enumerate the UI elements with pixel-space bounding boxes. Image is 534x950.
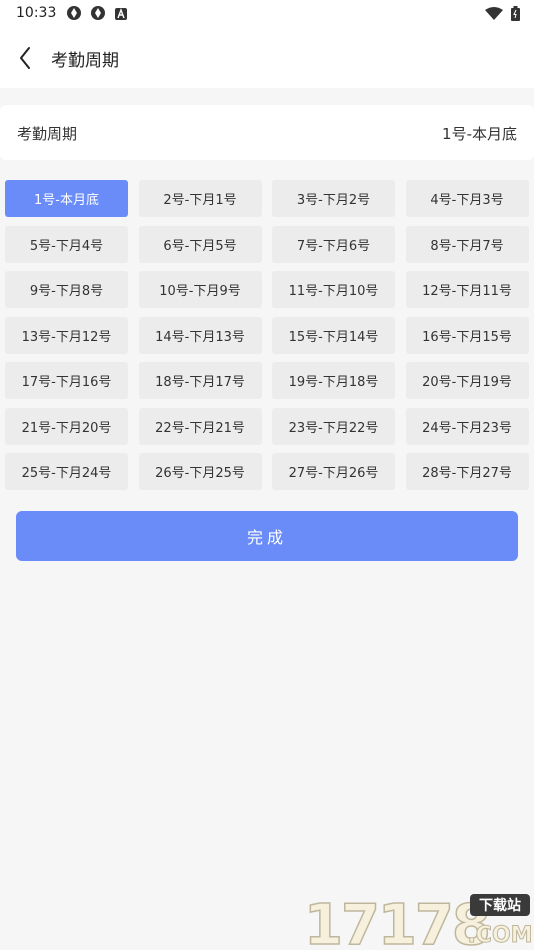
period-option[interactable]: 4号-下月3号 bbox=[405, 180, 529, 217]
status-time: 10:33 bbox=[16, 5, 57, 21]
aperture-icon bbox=[66, 5, 82, 25]
period-option[interactable]: 17号-下月16号 bbox=[5, 362, 128, 399]
period-card: 考勤周期 1号-本月底 bbox=[0, 105, 534, 160]
period-option[interactable]: 14号-下月13号 bbox=[138, 316, 262, 354]
svg-text:下载站: 下载站 bbox=[479, 897, 521, 914]
period-option[interactable]: 22号-下月21号 bbox=[138, 407, 262, 445]
svg-text:.COM: .COM bbox=[467, 923, 532, 948]
period-option[interactable]: 7号-下月6号 bbox=[272, 225, 395, 263]
watermark-logo: 17178 下载站 .COM bbox=[303, 892, 532, 948]
period-option[interactable]: 23号-下月22号 bbox=[272, 407, 395, 445]
period-option[interactable]: 9号-下月8号 bbox=[5, 271, 128, 308]
status-icons-right bbox=[485, 6, 520, 25]
period-option[interactable]: 25号-下月24号 bbox=[5, 453, 128, 490]
period-label: 考勤周期 bbox=[17, 125, 78, 143]
period-option[interactable]: 6号-下月5号 bbox=[138, 225, 262, 263]
period-option[interactable]: 8号-下月7号 bbox=[405, 225, 529, 263]
period-option[interactable]: 24号-下月23号 bbox=[405, 407, 529, 445]
back-chevron-icon bbox=[20, 47, 30, 69]
a-box-icon bbox=[114, 6, 128, 25]
page-title: 考勤周期 bbox=[51, 51, 119, 71]
done-button[interactable]: 完成 bbox=[16, 511, 518, 561]
period-option[interactable]: 26号-下月25号 bbox=[138, 453, 262, 490]
period-option[interactable]: 27号-下月26号 bbox=[272, 453, 395, 490]
period-option[interactable]: 21号-下月20号 bbox=[5, 407, 128, 445]
period-options-grid: 1号-本月底 2号-下月1号 3号-下月2号 4号-下月3号 5号-下月4号 6号-下月5… bbox=[5, 180, 529, 490]
back-button[interactable] bbox=[14, 43, 42, 73]
status-bar: 10:33 bbox=[0, 0, 534, 28]
period-option[interactable]: 20号-下月19号 bbox=[405, 362, 529, 399]
battery-icon bbox=[511, 6, 520, 25]
period-option[interactable]: 28号-下月27号 bbox=[405, 453, 529, 490]
period-option[interactable]: 3号-下月2号 bbox=[272, 180, 395, 217]
period-option[interactable]: 11号-下月10号 bbox=[272, 271, 395, 308]
period-option[interactable]: 2号-下月1号 bbox=[138, 180, 262, 217]
period-option[interactable]: 10号-下月9号 bbox=[138, 271, 262, 308]
status-icons-left bbox=[66, 5, 128, 25]
period-option[interactable]: 16号-下月15号 bbox=[405, 316, 529, 354]
period-option[interactable]: 12号-下月11号 bbox=[405, 271, 529, 308]
period-option[interactable]: 13号-下月12号 bbox=[5, 316, 128, 354]
wifi-icon bbox=[485, 6, 503, 25]
period-option[interactable]: 15号-下月14号 bbox=[272, 316, 395, 354]
period-option[interactable]: 5号-下月4号 bbox=[5, 225, 128, 263]
period-option-selected[interactable]: 1号-本月底 bbox=[5, 180, 128, 217]
app-header: 考勤周期 bbox=[0, 28, 534, 88]
svg-text:17178: 17178 bbox=[304, 893, 489, 948]
period-option[interactable]: 18号-下月17号 bbox=[138, 362, 262, 399]
aperture-icon bbox=[90, 5, 106, 25]
period-value: 1号-本月底 bbox=[442, 125, 517, 143]
period-option[interactable]: 19号-下月18号 bbox=[272, 362, 395, 399]
